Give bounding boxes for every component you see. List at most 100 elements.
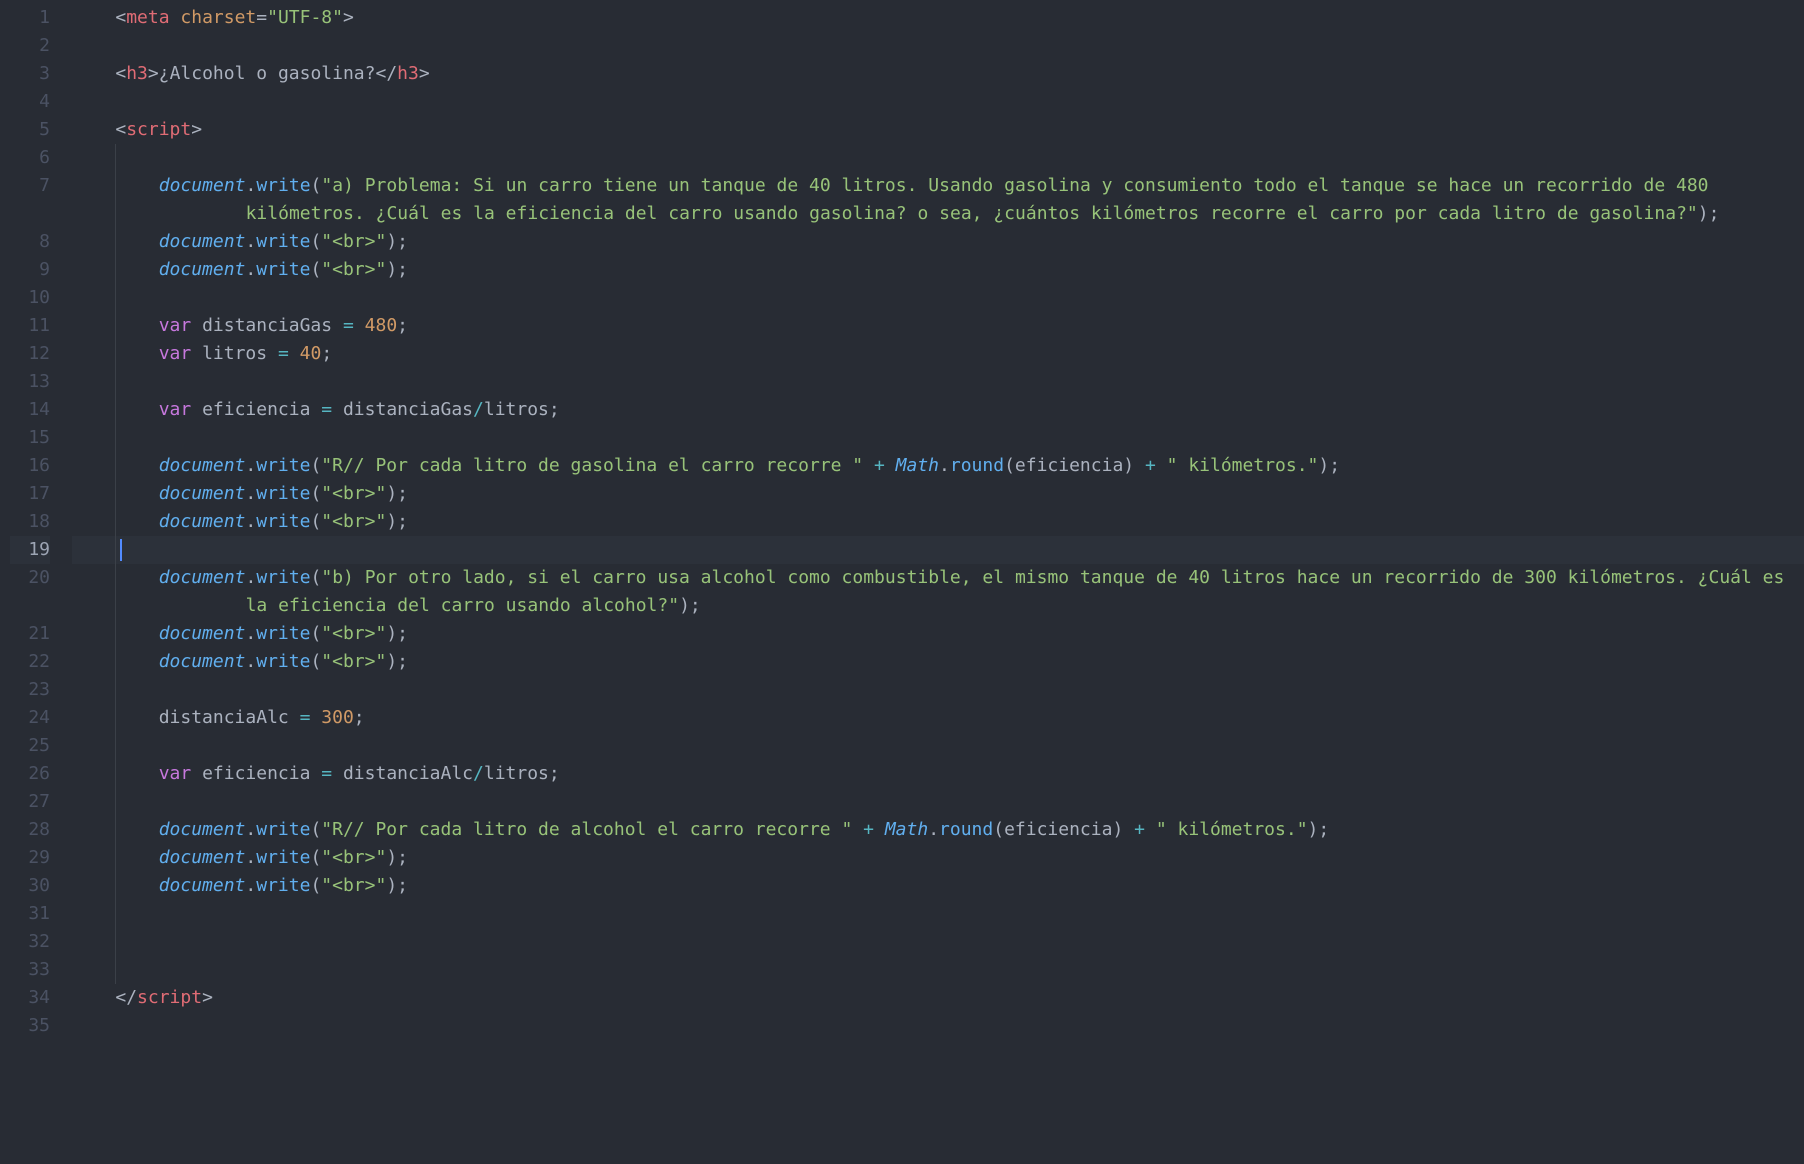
code-line[interactable]: document.write("<br>");	[72, 872, 1804, 900]
line-number[interactable]: 32	[10, 928, 50, 956]
line-number[interactable]: 11	[10, 312, 50, 340]
code-line[interactable]: <h3>¿Alcohol o gasolina?</h3>	[72, 60, 1804, 88]
line-number[interactable]: 30	[10, 872, 50, 900]
code-line[interactable]	[72, 732, 1804, 760]
code-line[interactable]: document.write("b) Por otro lado, si el …	[72, 564, 1804, 620]
token-plain: distanciaGas	[343, 399, 473, 420]
code-line[interactable]: document.write("<br>");	[72, 620, 1804, 648]
token-attr: charset	[180, 7, 256, 28]
token-plain: distanciaGas	[202, 315, 332, 336]
line-number[interactable]: 21	[10, 620, 50, 648]
token-method: write	[256, 651, 310, 672]
code-line[interactable]	[72, 956, 1804, 984]
line-number[interactable]: 33	[10, 956, 50, 984]
line-number[interactable]: 15	[10, 424, 50, 452]
code-line[interactable]	[72, 368, 1804, 396]
line-number[interactable]: 29	[10, 844, 50, 872]
token-punct: );	[386, 847, 408, 868]
code-line[interactable]: var distanciaGas = 480;	[72, 312, 1804, 340]
code-line[interactable]	[72, 284, 1804, 312]
line-number[interactable]: 28	[10, 816, 50, 844]
code-line[interactable]	[72, 424, 1804, 452]
code-line[interactable]	[72, 32, 1804, 60]
line-number[interactable]: 2	[10, 32, 50, 60]
line-number[interactable]: 3	[10, 60, 50, 88]
line-number[interactable]: 24	[10, 704, 50, 732]
token-obj: document	[159, 175, 246, 196]
line-number[interactable]: 9	[10, 256, 50, 284]
line-number[interactable]: 19	[10, 536, 50, 564]
code-line[interactable]	[72, 536, 1804, 564]
token-punct: );	[386, 875, 408, 896]
code-line[interactable]	[72, 900, 1804, 928]
token-plain	[191, 315, 202, 336]
code-line[interactable]	[72, 928, 1804, 956]
code-line[interactable]	[72, 676, 1804, 704]
line-number[interactable]: 12	[10, 340, 50, 368]
code-line[interactable]: document.write("R// Por cada litro de ga…	[72, 452, 1804, 480]
code-line[interactable]	[72, 144, 1804, 172]
token-kw: var	[159, 399, 192, 420]
code-line[interactable]: document.write("<br>");	[72, 844, 1804, 872]
token-tag: script	[126, 119, 191, 140]
code-area[interactable]: <meta charset="UTF-8"> <h3>¿Alcohol o ga…	[64, 0, 1804, 1164]
code-line[interactable]: document.write("R// Por cada litro de al…	[72, 816, 1804, 844]
code-line[interactable]: document.write("<br>");	[72, 508, 1804, 536]
line-number[interactable]: 26	[10, 760, 50, 788]
line-number[interactable]: 4	[10, 88, 50, 116]
token-obj: document	[159, 875, 246, 896]
token-obj: document	[159, 259, 246, 280]
code-line[interactable]: document.write("<br>");	[72, 480, 1804, 508]
line-number[interactable]: 13	[10, 368, 50, 396]
line-number[interactable]: 10	[10, 284, 50, 312]
code-line[interactable]	[72, 788, 1804, 816]
line-number[interactable]: 17	[10, 480, 50, 508]
token-punct: );	[386, 483, 408, 504]
line-number[interactable]: 7	[10, 172, 50, 228]
code-line[interactable]: document.write("<br>");	[72, 648, 1804, 676]
line-number[interactable]: 20	[10, 564, 50, 620]
line-number[interactable]: 31	[10, 900, 50, 928]
indent	[72, 7, 115, 28]
line-number[interactable]: 34	[10, 984, 50, 1012]
token-method: write	[256, 819, 310, 840]
token-punct: (	[310, 455, 321, 476]
line-number[interactable]: 6	[10, 144, 50, 172]
line-number[interactable]: 14	[10, 396, 50, 424]
line-number[interactable]: 5	[10, 116, 50, 144]
line-number[interactable]: 8	[10, 228, 50, 256]
token-method: write	[256, 847, 310, 868]
code-line[interactable]: var eficiencia = distanciaGas/litros;	[72, 396, 1804, 424]
code-line[interactable]: distanciaAlc = 300;	[72, 704, 1804, 732]
line-number[interactable]: 16	[10, 452, 50, 480]
indent-guide	[115, 256, 116, 284]
line-number[interactable]: 22	[10, 648, 50, 676]
token-kw: var	[159, 315, 192, 336]
indent	[72, 119, 115, 140]
code-line[interactable]: document.write("<br>");	[72, 228, 1804, 256]
line-number[interactable]: 27	[10, 788, 50, 816]
line-number[interactable]: 23	[10, 676, 50, 704]
line-number[interactable]: 25	[10, 732, 50, 760]
code-editor[interactable]: 1234567891011121314151617181920212223242…	[0, 0, 1804, 1164]
token-punct: </	[375, 63, 397, 84]
line-number[interactable]: 1	[10, 4, 50, 32]
code-line[interactable]: document.write("<br>");	[72, 256, 1804, 284]
token-plain: distanciaAlc	[159, 707, 289, 728]
indent-guide	[115, 760, 116, 788]
code-line[interactable]: </script>	[72, 984, 1804, 1012]
token-tag: meta	[126, 7, 169, 28]
code-line[interactable]	[72, 88, 1804, 116]
line-number[interactable]: 35	[10, 1012, 50, 1040]
token-plain	[191, 763, 202, 784]
token-plain	[332, 315, 343, 336]
code-line[interactable]: var litros = 40;	[72, 340, 1804, 368]
code-line[interactable]: <meta charset="UTF-8">	[72, 4, 1804, 32]
code-line[interactable]: document.write("a) Problema: Si un carro…	[72, 172, 1804, 228]
code-line[interactable]: <script>	[72, 116, 1804, 144]
line-number[interactable]: 18	[10, 508, 50, 536]
token-plain: eficiencia	[1004, 819, 1112, 840]
token-str: "b) Por otro lado, si el carro usa alcoh…	[246, 567, 1796, 616]
code-line[interactable]: var eficiencia = distanciaAlc/litros;	[72, 760, 1804, 788]
code-line[interactable]	[72, 1012, 1804, 1040]
